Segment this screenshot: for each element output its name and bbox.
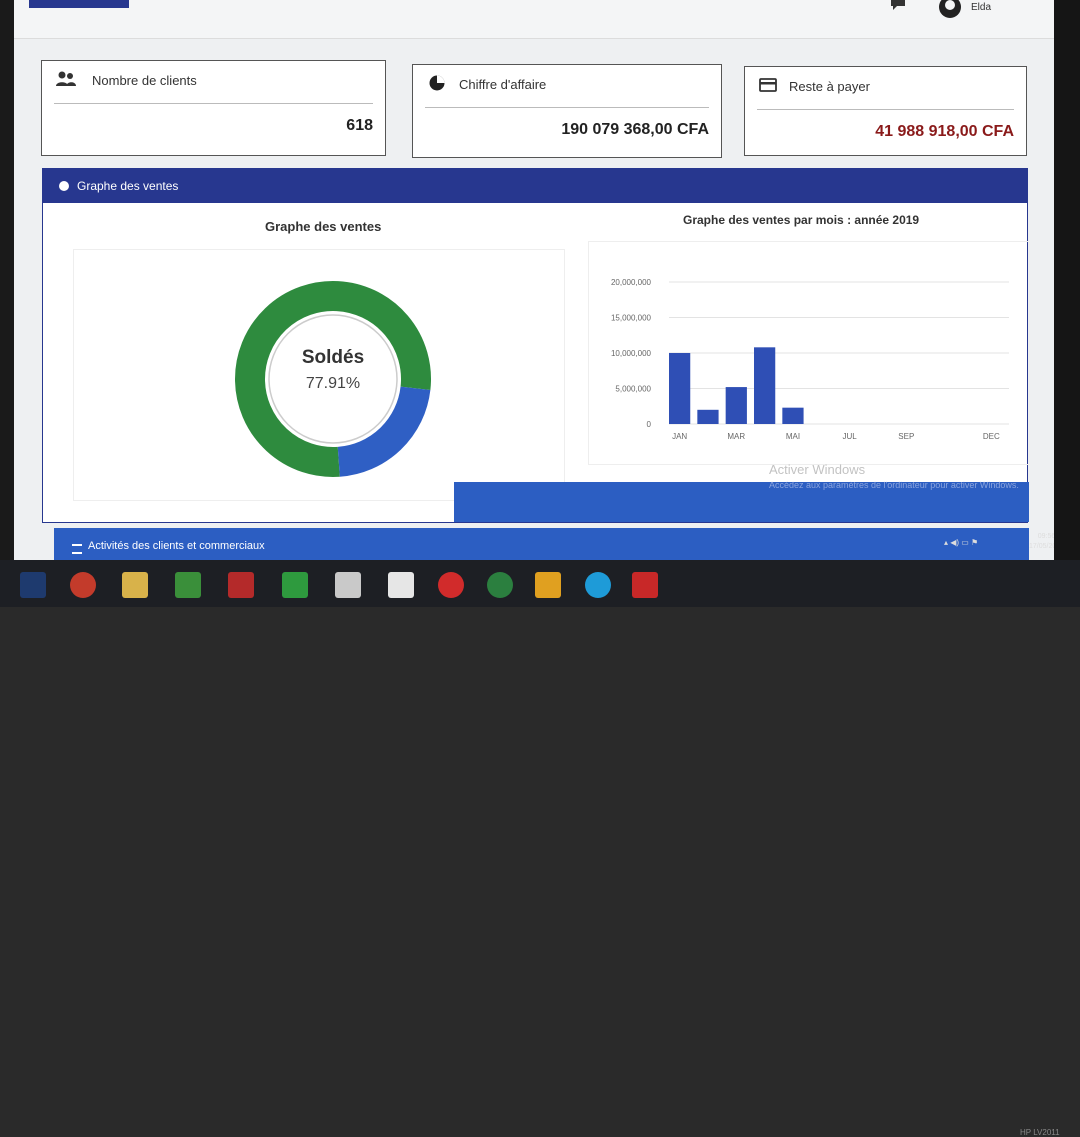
activate-windows-title: Activer Windows [769, 462, 866, 477]
bar-mar[interactable] [725, 387, 747, 424]
activate-windows-text: Accédez aux paramètres de l'ordinateur p… [769, 480, 1019, 490]
x-tick-label: MAI [786, 432, 800, 441]
monitor-bezel-right [1050, 0, 1080, 607]
bar-apr[interactable] [754, 347, 776, 424]
top-navbar: Elda [14, 0, 1054, 39]
x-tick-label: MAR [727, 432, 745, 441]
card-value: 190 079 368,00 CFA [561, 121, 709, 138]
card-turnover: Chiffre d'affaire 190 079 368,00 CFA [412, 64, 722, 158]
chrome-icon[interactable] [70, 572, 96, 598]
card-label: Reste à payer [789, 79, 870, 94]
tiles-icon[interactable] [535, 572, 561, 598]
card-label: Chiffre d'affaire [459, 77, 547, 92]
panel-header: Graphe des ventes [43, 169, 1027, 203]
donut-center-percent: 77.91% [305, 375, 361, 392]
card-value: 41 988 918,00 CFA [875, 123, 1014, 140]
store-icon[interactable] [282, 572, 308, 598]
bar-feb[interactable] [697, 409, 719, 424]
screen: Elda Nombre de clients 618 Chiffre d'aff… [14, 0, 1054, 560]
card-remaining: Reste à payer 41 988 918,00 CFA [744, 66, 1027, 156]
panel-title: Graphe des ventes [77, 179, 179, 193]
users-icon [56, 71, 76, 86]
bar-chart: 0 5,000,000 10,000,000 15,000,000 20,000,000… [611, 278, 1009, 441]
document-icon[interactable] [388, 572, 414, 598]
donut-chart-title: Graphe des ventes [265, 219, 382, 234]
card-label: Nombre de clients [92, 73, 197, 88]
x-tick-label: JAN [672, 432, 687, 441]
list-icon [72, 544, 82, 554]
y-tick-label: 20,000,000 [611, 278, 652, 287]
bar-mai[interactable] [782, 407, 804, 424]
pie-icon [429, 75, 445, 91]
bar-chart-title: Graphe des ventes par mois : année 2019 [683, 213, 920, 227]
credit-card-icon [759, 78, 777, 92]
divider [425, 107, 709, 108]
divider [54, 103, 373, 104]
x-tick-label: SEP [898, 432, 914, 441]
y-tick-label: 10,000,000 [611, 349, 652, 358]
window-icon[interactable] [335, 572, 361, 598]
sales-panel: Graphe des ventes Graphe des ventes Sold… [42, 168, 1030, 523]
taskbar-clock[interactable]: 09:56 17/05/2019 [1029, 532, 1054, 552]
x-tick-label: JUL [843, 432, 858, 441]
filezilla-icon[interactable] [228, 572, 254, 598]
chart-icon [59, 181, 69, 191]
opera-icon[interactable] [438, 572, 464, 598]
divider [757, 109, 1014, 110]
card-clients: Nombre de clients 618 [41, 60, 386, 156]
user-avatar-icon[interactable] [939, 0, 961, 18]
skype-icon[interactable] [585, 572, 611, 598]
start-icon[interactable] [20, 572, 46, 598]
clock-date: 17/05/2019 [1029, 543, 1054, 550]
u-app-icon[interactable] [487, 572, 513, 598]
system-tray[interactable]: ▴ ◀) ▭ ⚑ [944, 538, 978, 547]
y-tick-label: 0 [647, 420, 652, 429]
bar-chart-area: 0 5,000,000 10,000,000 15,000,000 20,000,000… [588, 241, 1030, 465]
nav-tab[interactable] [29, 0, 129, 8]
folder-icon[interactable] [122, 572, 148, 598]
clock-time: 09:56 [1037, 533, 1054, 540]
y-tick-label: 15,000,000 [611, 314, 652, 323]
mcafee-icon[interactable] [632, 572, 658, 598]
monitor-brand: HP LV2011 [1020, 1128, 1060, 1137]
y-tick-label: 5,000,000 [615, 385, 651, 394]
bar-jan[interactable] [669, 353, 691, 424]
user-name[interactable]: Elda [971, 2, 991, 13]
app-icon[interactable] [175, 572, 201, 598]
activity-panel-header: Activités des clients et commerciaux [54, 528, 1029, 560]
donut-center-label: Soldés [301, 347, 365, 368]
taskbar: HP LV2011 [0, 560, 1080, 1137]
chat-icon[interactable] [889, 0, 907, 10]
panel-title: Activités des clients et commerciaux [88, 540, 265, 552]
monitor-bezel-left [0, 0, 14, 607]
card-value: 618 [346, 117, 373, 134]
x-tick-label: DEC [983, 432, 1000, 441]
